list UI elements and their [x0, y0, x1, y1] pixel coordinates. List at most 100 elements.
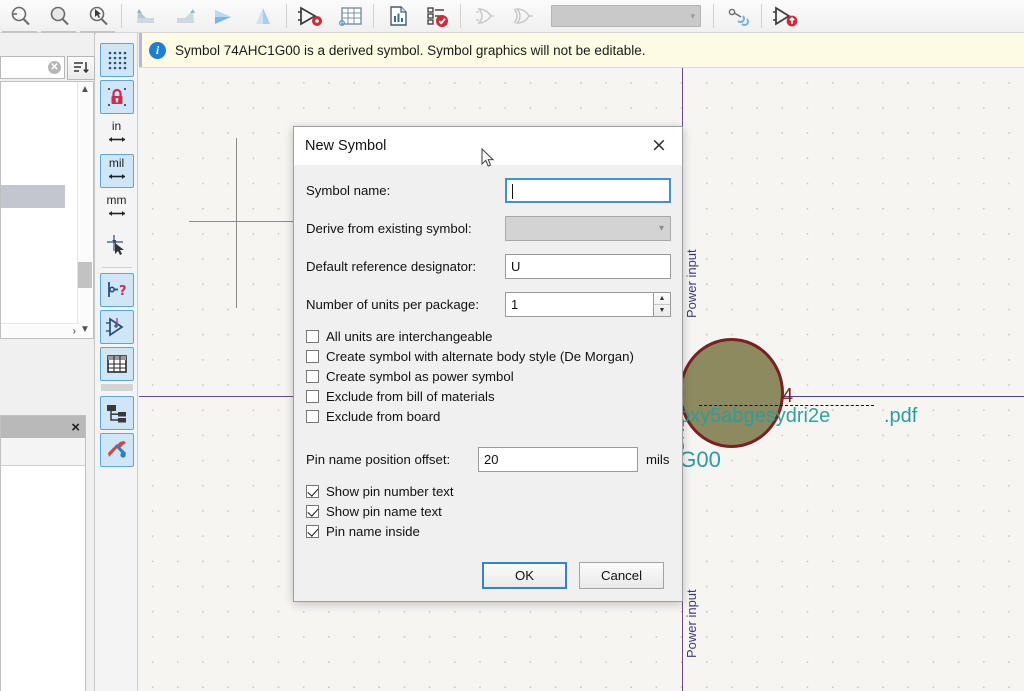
symbol-name-input[interactable]	[505, 178, 671, 203]
checkbox-box[interactable]	[306, 410, 319, 423]
zoom-in-icon[interactable]	[39, 1, 78, 32]
checkbox-label: All units are interchangeable	[326, 329, 492, 344]
body-style-demorgan-icon	[504, 1, 543, 32]
checkbox-label: Exclude from bill of materials	[326, 389, 495, 404]
list-item[interactable]	[1, 185, 65, 208]
symbol-properties-icon[interactable]	[291, 1, 330, 32]
show-pin-name-text-checkbox[interactable]: Show pin name text	[306, 504, 670, 519]
show-pin-number-text-checkbox[interactable]: Show pin number text	[306, 484, 670, 499]
svg-text:?: ?	[119, 284, 127, 299]
symbol-body-circle[interactable]	[679, 338, 784, 448]
info-icon: i	[149, 42, 166, 59]
units-per-package-row: Number of units per package: 1 ▲ ▼	[306, 291, 670, 318]
info-bar: i Symbol 74AHC1G00 is a derived symbol. …	[139, 33, 1024, 68]
scroll-down-icon[interactable]: ▼	[79, 324, 91, 336]
exclude-from-bom-checkbox[interactable]: Exclude from bill of materials	[306, 389, 670, 404]
vtoolbar-scroll-indicator[interactable]	[101, 384, 133, 391]
electrical-rules-check-icon[interactable]	[417, 1, 456, 32]
checkbox-box[interactable]	[306, 390, 319, 403]
checkbox-box[interactable]	[306, 485, 319, 498]
units-inches-label: in	[106, 121, 128, 132]
pin-name-inside-checkbox[interactable]: Pin name inside	[306, 524, 670, 539]
pin-table-icon[interactable]	[330, 1, 369, 32]
show-pin-electrical-types-icon[interactable]: ?	[100, 273, 134, 307]
info-bar-accent	[139, 33, 142, 67]
exclude-from-board-checkbox[interactable]: Exclude from board	[306, 409, 670, 424]
datasheet-icon[interactable]	[378, 1, 417, 32]
symbol-name-row: Symbol name:	[306, 177, 670, 204]
toolbar-separator	[121, 4, 122, 28]
checkbox-box[interactable]	[306, 525, 319, 538]
scroll-up-icon[interactable]: ▲	[79, 84, 91, 96]
power-symbol-checkbox[interactable]: Create symbol as power symbol	[306, 369, 670, 384]
derive-from-combo[interactable]: ▾	[505, 216, 671, 241]
scrollbar-thumb[interactable]	[78, 262, 92, 288]
full-crosshair-cursor-icon[interactable]	[100, 228, 134, 262]
derive-from-label: Derive from existing symbol:	[306, 221, 472, 236]
checkbox-label: Show pin name text	[326, 504, 442, 519]
reference-designator-row: Default reference designator: U	[306, 253, 670, 280]
symbol-library-panel: ✕ ▲ ▼ › ×	[0, 33, 95, 691]
preferences-tools-icon[interactable]	[100, 433, 134, 467]
checkbox-box[interactable]	[306, 350, 319, 363]
units-per-package-spinner[interactable]: ▲ ▼	[654, 292, 671, 317]
pin-options-group: Show pin number text Show pin name text …	[306, 484, 670, 539]
units-inches-button[interactable]: in	[100, 117, 134, 151]
checkbox-box[interactable]	[306, 505, 319, 518]
export-symbol-icon[interactable]	[766, 1, 805, 32]
spinner-down-icon[interactable]: ▼	[654, 305, 670, 316]
checkbox-label: Create symbol as power symbol	[326, 369, 514, 384]
reference-designator-input[interactable]: U	[505, 254, 671, 279]
alternate-body-style-checkbox[interactable]: Create symbol with alternate body style …	[306, 349, 670, 364]
checkbox-label: Create symbol with alternate body style …	[326, 349, 634, 364]
canvas-crosshair-vertical	[236, 138, 237, 308]
mirror-horizontal-icon[interactable]	[204, 1, 243, 32]
unit-select-combo[interactable]: ▾	[551, 5, 701, 27]
sort-icon[interactable]	[67, 56, 95, 80]
checkbox-box[interactable]	[306, 370, 319, 383]
dialog-body: Symbol name: Derive from existing symbol…	[294, 165, 682, 539]
pin-name-offset-row: Pin name position offset: 20 mils	[306, 446, 670, 473]
checkbox-box[interactable]	[306, 330, 319, 343]
checkbox-label: Show pin number text	[326, 484, 454, 499]
dock-title-bar: ×	[1, 416, 85, 438]
ok-button[interactable]: OK	[482, 562, 567, 589]
units-mils-button[interactable]: mil	[100, 154, 134, 188]
cancel-button[interactable]: Cancel	[579, 562, 664, 589]
show-pin-alt-mode-icon[interactable]	[100, 310, 134, 344]
pin-name-offset-input[interactable]: 20	[478, 447, 638, 472]
toolbar-separator	[460, 4, 461, 28]
grid-lock-icon[interactable]	[100, 80, 134, 114]
clear-icon[interactable]: ✕	[48, 61, 61, 74]
undo-icon[interactable]	[126, 1, 165, 32]
toolbar-separator	[286, 4, 287, 28]
datasheet-overlay: l/oxy​5​a​b​ge​​s​yd​ri​2e	[669, 405, 830, 428]
redo-icon[interactable]	[165, 1, 204, 32]
symbol-tree-list[interactable]: ▲ ▼ ›	[0, 81, 94, 339]
info-bar-message: Symbol 74AHC1G00 is a derived symbol. Sy…	[175, 43, 645, 58]
pin-name-offset-unit: mils	[646, 452, 669, 467]
search-input[interactable]: ✕	[0, 56, 65, 79]
show-datasheet-table-icon[interactable]	[100, 347, 134, 381]
grid-visibility-icon[interactable]	[100, 43, 134, 77]
checkbox-label: Pin name inside	[326, 524, 420, 539]
checkbox-label: Exclude from board	[326, 409, 440, 424]
pin-link-icon[interactable]	[718, 1, 757, 32]
units-per-package-stepper[interactable]: 1 ▲ ▼	[505, 292, 671, 317]
units-per-package-input[interactable]: 1	[505, 292, 654, 317]
show-hierarchy-tree-icon[interactable]	[100, 396, 134, 430]
dialog-button-row: OK Cancel	[294, 562, 682, 589]
mirror-vertical-icon[interactable]	[243, 1, 282, 32]
units-millimeters-button[interactable]: mm	[100, 191, 134, 225]
close-icon[interactable]: ×	[71, 419, 80, 436]
zoom-select-icon[interactable]	[78, 1, 117, 32]
horizontal-scrollbar[interactable]: ›	[1, 323, 79, 338]
zoom-out-icon[interactable]	[0, 1, 39, 32]
close-icon[interactable]: ×	[648, 135, 670, 157]
spinner-up-icon[interactable]: ▲	[654, 293, 670, 305]
pin-connection-line	[784, 396, 1024, 397]
all-units-interchangeable-checkbox[interactable]: All units are interchangeable	[306, 329, 670, 344]
units-millimeters-label: mm	[106, 195, 128, 206]
units-per-package-label: Number of units per package:	[306, 297, 479, 312]
vertical-scrollbar[interactable]: ▲ ▼	[77, 82, 93, 338]
